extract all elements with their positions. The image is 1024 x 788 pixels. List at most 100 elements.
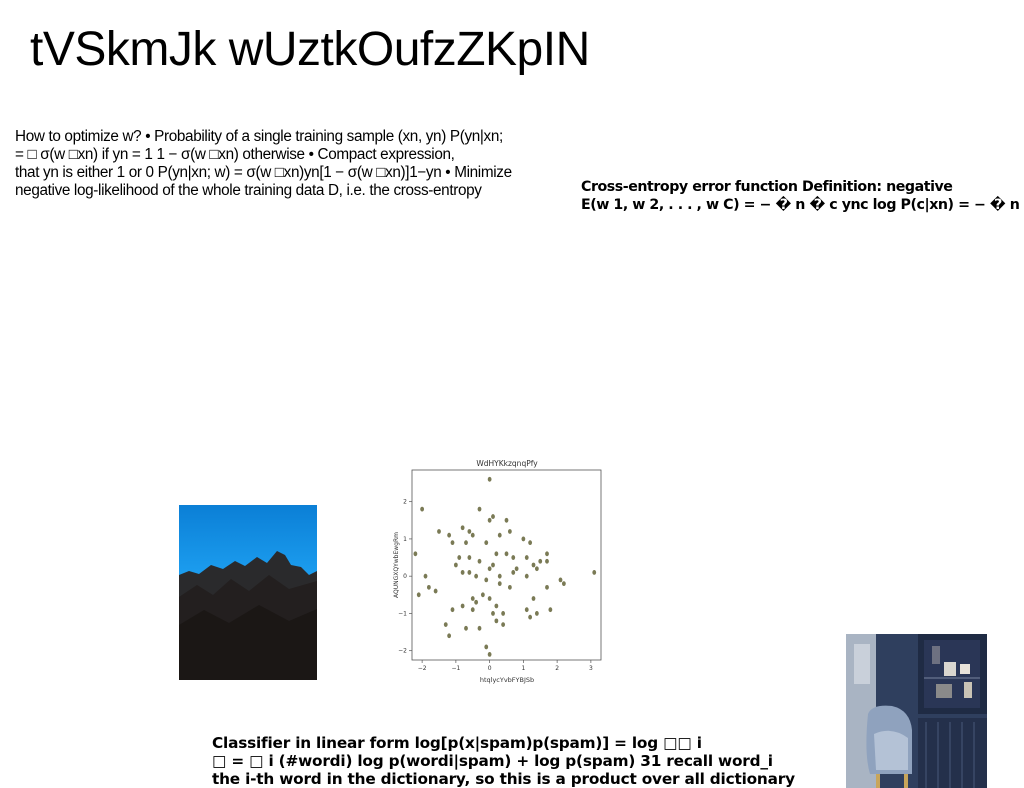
scatter-point	[494, 551, 499, 557]
scatter-point	[460, 525, 465, 531]
paragraph-line: = □ σ(w □xn) if yn = 1 1 − σ(w □xn) othe…	[15, 146, 455, 163]
scatter-point	[507, 584, 512, 590]
scatter-point	[528, 540, 533, 546]
cross-entropy-line: Cross-entropy error function Definition:…	[581, 179, 953, 195]
scatter-point	[494, 618, 499, 624]
scatter-point	[467, 570, 472, 575]
classifier-line: Classifier in linear form log[p(x|spam)p…	[212, 734, 702, 752]
scatter-point	[447, 532, 452, 538]
classifier-block: Classifier in linear form log[p(x|spam)p…	[212, 734, 842, 788]
y-tick-label: 0	[403, 573, 407, 580]
scatter-chart: WdHYKkzqnqPfy −2 −1 0 1 2 3 −2 −1 0 1 2 htqlycYvb…	[393, 459, 602, 684]
paragraph-line: that yn is either 1 or 0 P(yn|xn; w) = σ…	[15, 164, 512, 181]
classifier-line: □ = □ i (#wordi) log p(wordi|spam) + log…	[212, 752, 773, 770]
scatter-point	[497, 581, 502, 587]
scatter-point	[447, 633, 452, 639]
scatter-point	[491, 611, 495, 616]
scatter-point	[528, 614, 533, 620]
chart-y-label: AQUNGXQYwbEwgRm	[393, 532, 400, 598]
cross-entropy-line: E(w 1, w 2, . . . , w C) = − � n � c ync…	[581, 197, 1020, 213]
scatter-point	[484, 644, 489, 650]
scatter-point	[464, 625, 468, 631]
scatter-point	[487, 596, 492, 601]
scatter-point	[504, 551, 509, 557]
scatter-point	[501, 622, 506, 628]
scatter-point	[558, 577, 563, 583]
scatter-point	[491, 562, 495, 568]
scatter-point	[470, 532, 475, 538]
scatter-point	[477, 506, 482, 512]
scatter-point	[477, 625, 482, 631]
scatter-point	[416, 592, 421, 598]
scatter-point	[484, 540, 489, 546]
chart-plot-frame	[411, 469, 602, 661]
scatter-point	[480, 592, 485, 598]
chart-x-label: htqlycYvbFYBJSb	[480, 676, 534, 684]
scatter-point	[487, 476, 492, 482]
scatter-point	[453, 562, 458, 568]
scatter-point	[457, 555, 462, 560]
scatter-point	[433, 588, 438, 594]
paragraph-line: How to optimize w? • Probability of a si…	[15, 128, 503, 145]
scatter-point	[511, 555, 516, 560]
scatter-point	[467, 529, 472, 534]
scatter-point	[561, 581, 566, 587]
scatter-point	[531, 596, 536, 601]
x-tick-label: 3	[589, 665, 593, 672]
scatter-point	[545, 551, 549, 557]
x-tick-label: 2	[555, 665, 559, 672]
scatter-point	[423, 573, 428, 579]
y-tick-label: 2	[403, 499, 407, 506]
x-tick-label: −1	[451, 665, 460, 672]
x-tick-label: 1	[521, 665, 525, 672]
classifier-line: the i-th word in the dictionary, so this…	[212, 770, 795, 788]
scatter-point	[443, 622, 448, 628]
chart-title: WdHYKkzqnqPfy	[476, 459, 538, 468]
scatter-point	[437, 529, 441, 534]
scatter-point	[507, 529, 512, 534]
y-tick-label: −2	[398, 648, 407, 655]
scatter-point	[592, 570, 597, 575]
scatter-point	[470, 596, 475, 601]
cross-entropy-block: Cross-entropy error function Definition:…	[581, 178, 1021, 214]
scatter-point	[487, 652, 492, 657]
optimization-paragraph: How to optimize w? • Probability of a si…	[15, 128, 575, 200]
scatter-point	[504, 517, 509, 523]
scatter-point	[460, 603, 465, 609]
scatter-point	[491, 514, 495, 519]
scatter-point	[534, 611, 539, 616]
scatter-point	[464, 540, 468, 546]
scatter-point	[497, 573, 502, 579]
scatter-point	[534, 566, 539, 572]
scatter-point	[450, 607, 455, 613]
scatter-point	[497, 532, 502, 538]
scatter-point	[514, 566, 519, 572]
scatter-point	[460, 570, 465, 575]
mountain-image	[179, 505, 317, 680]
scatter-point	[548, 607, 553, 613]
scatter-point	[487, 566, 492, 572]
scatter-point	[467, 555, 472, 560]
scatter-point	[474, 573, 479, 579]
y-tick-label: 1	[403, 536, 407, 543]
scatter-point	[494, 603, 499, 609]
scatter-point	[426, 584, 431, 590]
scatter-point	[413, 551, 418, 557]
scatter-point	[470, 607, 475, 613]
scatter-point	[484, 577, 489, 583]
paragraph-line: negative log-likelihood of the whole tra…	[15, 182, 482, 199]
scatter-point	[524, 607, 529, 613]
page-title: tVSkmJk wUztkOufzZKpIN	[30, 23, 590, 76]
scatter-point	[420, 506, 425, 512]
scatter-point	[521, 536, 526, 542]
scatter-point	[545, 558, 549, 564]
y-tick-label: −1	[398, 610, 407, 617]
scatter-point	[487, 517, 492, 523]
x-tick-label: −2	[418, 665, 427, 672]
scatter-point	[450, 540, 455, 546]
scatter-point	[545, 584, 549, 590]
interior-room-image	[846, 634, 987, 788]
scatter-point	[511, 570, 516, 575]
scatter-point	[474, 599, 479, 605]
scatter-point	[524, 573, 529, 579]
